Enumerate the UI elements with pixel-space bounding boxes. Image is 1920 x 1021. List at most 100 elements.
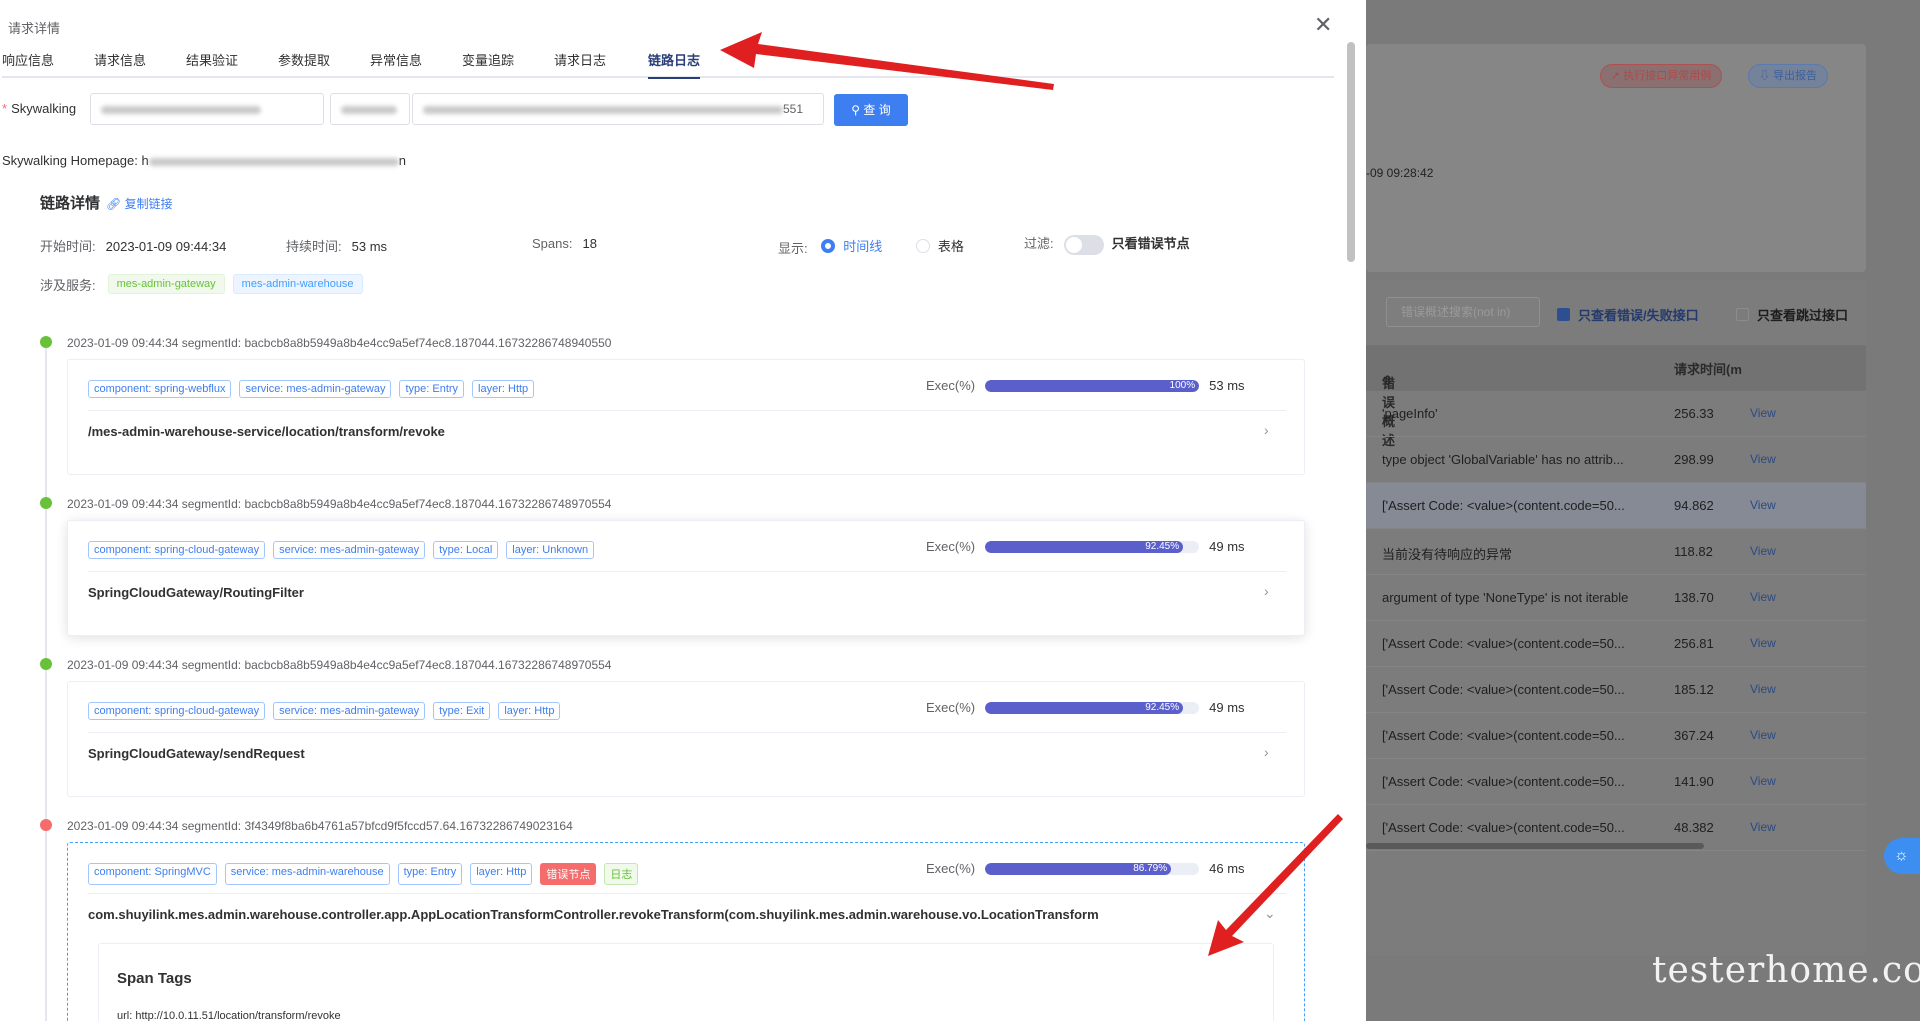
segment-header: 2023-01-09 09:44:34 segmentId: bacbcb8a8… — [67, 336, 612, 350]
exec-ms: 46 ms — [1209, 861, 1245, 876]
table-row: ['Assert Code: <value>(content.code=50..… — [1366, 621, 1866, 667]
skywalking-address-input[interactable] — [90, 93, 324, 125]
skywalking-trace-input[interactable]: 551 — [412, 93, 824, 125]
sort-icon: ⇕ — [1382, 373, 1393, 388]
row-time: 94.862 — [1674, 498, 1714, 513]
tab-request[interactable]: 请求信息 — [94, 50, 146, 69]
skywalking-label: * Skywalking — [2, 101, 77, 116]
run-exception-cases-button[interactable]: ➚ 执行接口异常用例 — [1600, 64, 1723, 88]
query-button[interactable]: ⚲ 查 询 — [834, 94, 908, 126]
table-row: ['Assert Code: <value>(content.code=50..… — [1366, 713, 1866, 759]
search-icon: ⚲ — [851, 103, 861, 117]
horizontal-scrollbar[interactable] — [1366, 843, 1704, 849]
span-tags-panel: Span Tags url: http://10.0.11.51/location… — [98, 943, 1274, 1021]
table-row: argument of type 'NoneType' is not itera… — [1366, 575, 1866, 621]
span-tag: type: Entry — [399, 380, 465, 398]
services-row: 涉及服务: mes-admin-gateway mes-admin-wareho… — [40, 274, 363, 294]
span-card[interactable]: component: spring-cloud-gateway service: … — [67, 681, 1305, 797]
service-tag: mes-admin-gateway — [107, 274, 225, 294]
span-tag: service: mes-admin-warehouse — [224, 863, 390, 885]
only-errors-checkbox[interactable]: 只查看错误/失败接口 — [1557, 305, 1699, 324]
span-card[interactable]: component: spring-webflux service: mes-ad… — [67, 359, 1305, 475]
chevron-right-icon[interactable]: › — [1264, 422, 1269, 438]
exec-percent: Exec(%) 100% 53 ms — [926, 378, 1245, 393]
row-desc: ['Assert Code: <value>(content.code=50..… — [1382, 728, 1625, 743]
radio-timeline[interactable]: 时间线 — [821, 236, 882, 255]
span-tag-row: component: spring-cloud-gateway service: … — [88, 702, 561, 720]
dialog-title: 请求详情 — [8, 21, 61, 36]
row-desc: ['Assert Code: <value>(content.code=50..… — [1382, 636, 1625, 651]
error-node-tag: 错误节点 — [540, 863, 597, 885]
exec-percent: Exec(%) 92.45% 49 ms — [926, 700, 1245, 715]
display-mode: 显示: 时间线 表格 — [778, 236, 994, 257]
row-time: 256.81 — [1674, 636, 1714, 651]
tab-exception[interactable]: 异常信息 — [370, 50, 422, 69]
span-tag: type: Exit — [433, 702, 491, 720]
skywalking-port-input[interactable] — [330, 93, 410, 125]
span-tag-row: component: spring-webflux service: mes-ad… — [88, 380, 535, 398]
chevron-right-icon[interactable]: › — [1264, 583, 1269, 599]
row-view-link[interactable]: View — [1750, 498, 1776, 512]
row-view-link[interactable]: View — [1750, 590, 1776, 604]
vertical-scrollbar[interactable] — [1344, 36, 1356, 1021]
span-tag: layer: Http — [498, 702, 561, 720]
log-tag[interactable]: 日志 — [604, 863, 639, 885]
row-view-link[interactable]: View — [1750, 728, 1776, 742]
tab-trace-log[interactable]: 链路日志 — [648, 50, 701, 79]
link-icon: 🔗︎ — [106, 197, 122, 211]
spans-count: Spans: 18 — [532, 236, 597, 251]
errors-only-switch[interactable] — [1063, 234, 1104, 255]
only-skipped-checkbox[interactable]: 只查看跳过接口 — [1736, 305, 1848, 324]
row-desc: 当前没有待响应的异常 — [1382, 547, 1513, 562]
row-view-link[interactable]: View — [1750, 774, 1776, 788]
tab-response[interactable]: 响应信息 — [2, 50, 54, 69]
span-card[interactable]: component: SpringMVC service: mes-admin-w… — [67, 842, 1305, 1021]
tab-request-log[interactable]: 请求日志 — [554, 50, 606, 69]
request-detail-dialog: 请求详情 ✕ 响应信息 请求信息 结果验证 参数提取 异常信息 变量追踪 请求日… — [0, 0, 1366, 1021]
column-header-time: 请求时间(m — [1674, 362, 1742, 377]
row-view-link[interactable]: View — [1750, 452, 1776, 466]
copy-link-button[interactable]: 🔗︎ 复制链接 — [106, 195, 173, 212]
row-view-link[interactable]: View — [1750, 406, 1776, 420]
span-tag: layer: Http — [472, 380, 535, 398]
card-divider — [88, 893, 1286, 894]
row-view-link[interactable]: View — [1750, 544, 1776, 558]
floating-settings-icon[interactable]: ☼ — [1884, 838, 1920, 874]
chevron-down-icon[interactable]: ⌄ — [1264, 905, 1276, 922]
span-tag-row: component: SpringMVC service: mes-admin-w… — [88, 863, 639, 885]
card-divider — [88, 410, 1286, 411]
row-view-link[interactable]: View — [1750, 636, 1776, 650]
watermark-logo: testerhome.com — [1652, 950, 1920, 991]
tab-param-extract[interactable]: 参数提取 — [278, 50, 330, 69]
exec-bar: 92.45% — [985, 540, 1200, 553]
segment-header: 2023-01-09 09:44:34 segmentId: bacbcb8a8… — [67, 497, 612, 511]
service-tag: mes-admin-warehouse — [232, 274, 363, 294]
span-tags-url: url: http://10.0.11.51/location/transfor… — [117, 1010, 341, 1021]
scroll-thumb[interactable] — [1347, 42, 1355, 262]
tab-validation[interactable]: 结果验证 — [186, 50, 238, 69]
row-view-link[interactable]: View — [1750, 820, 1776, 834]
row-view-link[interactable]: View — [1750, 682, 1776, 696]
span-card[interactable]: component: spring-cloud-gateway service: … — [67, 520, 1305, 636]
tab-bar: 响应信息 请求信息 结果验证 参数提取 异常信息 变量追踪 请求日志 链路日志 — [2, 48, 1334, 79]
row-desc: 'pageInfo' — [1382, 406, 1438, 421]
tab-variable-trace[interactable]: 变量追踪 — [462, 50, 514, 69]
timeline-line — [45, 340, 47, 1021]
span-tag: service: mes-admin-gateway — [239, 380, 392, 398]
radio-table[interactable]: 表格 — [915, 236, 964, 255]
row-time: 298.99 — [1674, 452, 1714, 467]
trace-detail-title: 链路详情 — [40, 195, 101, 212]
error-search-input[interactable]: 错误概述搜索(not in) — [1386, 297, 1540, 327]
span-tag: type: Entry — [397, 863, 463, 885]
close-icon[interactable]: ✕ — [1314, 14, 1332, 36]
exec-bar-text: 92.45% — [1145, 540, 1180, 552]
export-report-button[interactable]: ⇩ 导出报告 — [1748, 64, 1829, 88]
row-desc: ['Assert Code: <value>(content.code=50..… — [1382, 682, 1625, 697]
duration: 持续时间: 53 ms — [286, 239, 388, 254]
row-desc: type object 'GlobalVariable' has no attr… — [1382, 452, 1624, 467]
span-tag: component: spring-cloud-gateway — [88, 541, 266, 559]
table-row: ['Assert Code: <value>(content.code=50..… — [1366, 667, 1866, 713]
row-desc: ['Assert Code: <value>(content.code=50..… — [1382, 498, 1625, 513]
card-divider — [88, 571, 1286, 572]
chevron-right-icon[interactable]: › — [1264, 744, 1269, 760]
